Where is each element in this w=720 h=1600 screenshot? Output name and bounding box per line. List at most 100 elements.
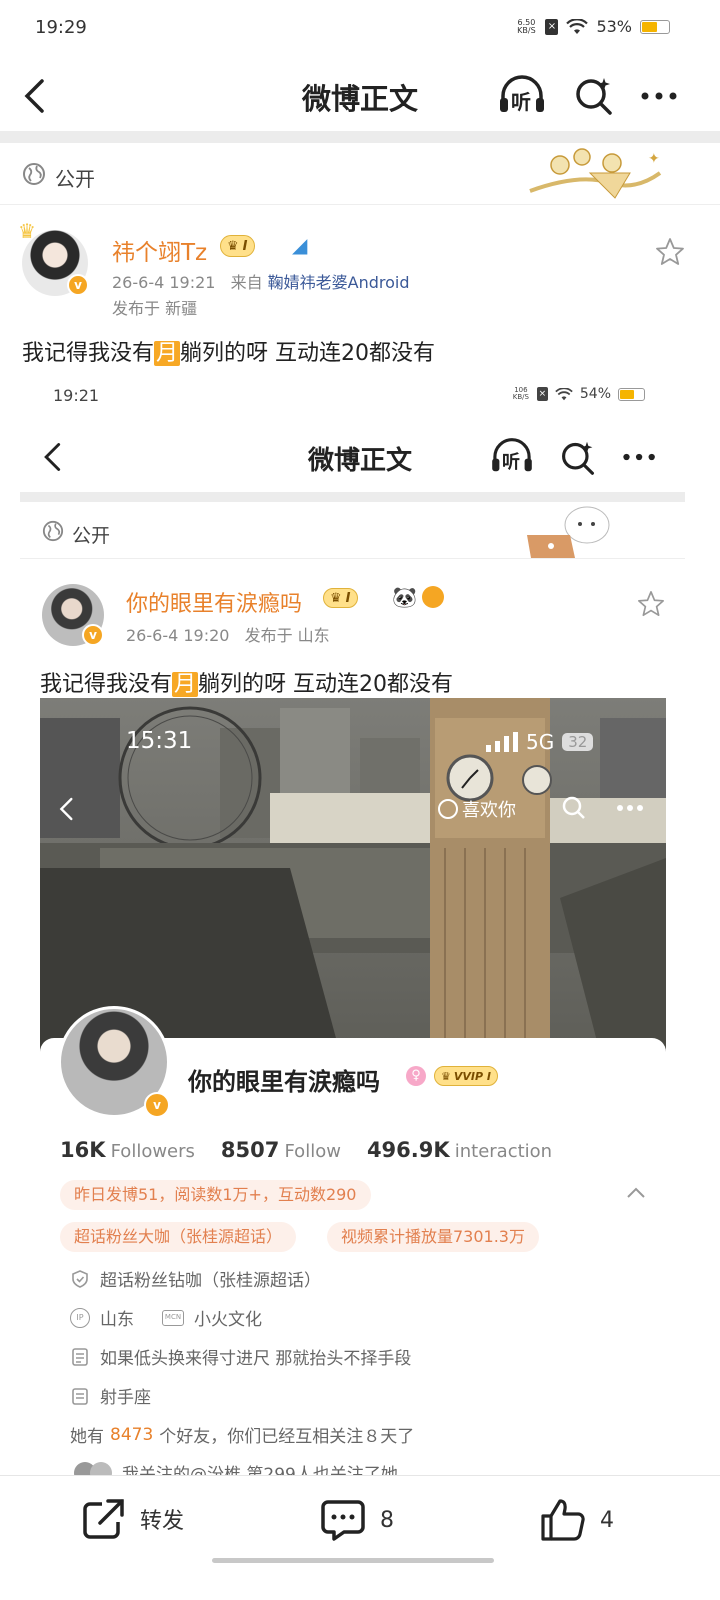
bottom-action-bar: 转发 8 4 (0, 1475, 720, 1600)
mutual-avatars (74, 1461, 112, 1475)
battery-percent: 53% (596, 17, 632, 36)
member-badge-level: I (242, 238, 248, 254)
status-icons: 6.50 KB/S × 53% (515, 17, 670, 36)
thumbs-up-icon (541, 1499, 585, 1541)
wifi-icon (566, 18, 589, 34)
shot-divider-line (20, 558, 685, 559)
no-sim-icon: × (545, 18, 559, 35)
interaction-stat: 496.9K interaction (367, 1138, 552, 1162)
visibility-label: 公开 (55, 167, 95, 191)
visibility-row: 公开 ✦ (0, 143, 720, 205)
post-text-part: 我记得我没有 (22, 341, 155, 366)
pufferfish-icon (422, 586, 444, 608)
photo-more-icon (617, 805, 643, 811)
follow-stat: 8507 Follow (221, 1138, 341, 1162)
author-name[interactable]: 祎个翊Tz (112, 233, 207, 267)
panda-icon: 🐼 (392, 585, 417, 609)
source-link[interactable]: 鞠婧祎老婆Android (268, 273, 410, 292)
zodiac-text: 射手座 (100, 1388, 151, 1408)
more-icon[interactable] (640, 91, 680, 101)
repost-button[interactable]: 转发 (82, 1498, 184, 1540)
shot-visibility: 公开 (72, 525, 111, 547)
like-you-icon (438, 799, 458, 819)
like-button[interactable]: 4 (540, 1498, 614, 1542)
diamond-fan-label: 超话粉丝钻咖（张桂源超话） (100, 1271, 321, 1291)
calendar-icon (72, 1387, 88, 1405)
video-chip: 视频累计播放量7301.3万 (327, 1222, 539, 1252)
bio-text: 如果低头换来得寸进尺 那就抬头不择手段 (100, 1349, 412, 1369)
shot-post-text: 我记得我没有月躺列的呀 互动连20都没有 (40, 666, 453, 698)
profile-name: 你的眼里有涙瘾吗 (188, 1068, 380, 1096)
post-location: 发布于 新疆 (112, 299, 198, 318)
from-prefix: 来自 (230, 273, 263, 292)
shot-globe-icon (42, 520, 64, 542)
diamond-fan-row: 超话粉丝钻咖（张桂源超话） (70, 1266, 321, 1291)
shot-page-title: 微博正文 (307, 446, 412, 476)
shot-favorite-star-icon (638, 591, 664, 617)
shot-battery-icon (618, 387, 645, 401)
svg-text:✦: ✦ (648, 151, 660, 167)
photo-time: 15:31 (126, 728, 193, 754)
post-text-highlight: 月 (154, 341, 181, 366)
mutual-row: 我关注的@汾椎 第299人也关注了她 (74, 1460, 398, 1475)
net-speed: 6.50 KB/S (517, 17, 536, 35)
mcn-name: 小火文化 (194, 1310, 262, 1330)
search-icon[interactable] (574, 76, 614, 116)
status-time: 19:29 (35, 17, 87, 38)
cat-laptop-sticker-icon (527, 506, 610, 558)
profile-cover-photo: 15:31 5G 32 喜欢你 (40, 698, 666, 1053)
photo-search-icon (562, 796, 585, 819)
verified-icon: v (67, 274, 89, 296)
post-text-part: 躺列的呀 互动连20都没有 (180, 341, 436, 366)
shot-no-sim-icon: × (536, 387, 548, 401)
favorite-star-icon[interactable] (655, 237, 685, 267)
shot-wifi-icon (555, 387, 573, 400)
shot-post-meta: 26-6-4 19:20 发布于 山东 (126, 622, 330, 646)
followers-stat: 16K Followers (60, 1138, 195, 1162)
home-indicator[interactable] (212, 1558, 494, 1563)
followers-count: 16K (60, 1138, 106, 1162)
zodiac-row: 射手座 (70, 1383, 151, 1408)
follow-count: 8507 (220, 1138, 280, 1162)
post-date: 26-6-4 19:21 (112, 273, 216, 292)
attached-screenshot[interactable]: 19:21 106 KB/S × 54% 微博正文 听 公开 v 你的眼里有涙瘾… (0, 370, 720, 1475)
shot-date: 26-6-4 19:20 (126, 626, 230, 645)
comment-button[interactable]: 8 (320, 1498, 394, 1542)
shot-listen-label: 听 (502, 452, 520, 473)
shot-verified-icon: v (82, 624, 104, 646)
photo-status-icons: 5G 32 (486, 730, 594, 754)
shot-search-icon (562, 441, 594, 475)
female-icon: ♀ (406, 1066, 426, 1086)
shot-battery-percent: 54% (579, 386, 611, 402)
post-meta: 26-6-4 19:21 来自 鞠婧祎老婆Android (112, 269, 410, 293)
followers-label: Followers (110, 1141, 195, 1162)
battery-icon (640, 19, 670, 34)
fan-chip: 超话粉丝大咖（张桂源超话） (60, 1222, 297, 1252)
signal-icon (486, 732, 518, 752)
like-you-button: 喜欢你 (438, 796, 516, 822)
like-you-label: 喜欢你 (462, 800, 516, 821)
divider (0, 131, 720, 143)
shield-icon (72, 1269, 88, 1288)
shot-location: 发布于 山东 (244, 626, 330, 645)
ribbon-sticker-icon: ✦ (529, 148, 662, 199)
shot-author-name: 你的眼里有涙瘾吗 (126, 592, 303, 617)
comment-icon (321, 1500, 365, 1541)
shot-text-part: 躺列的呀 互动连20都没有 (198, 672, 454, 697)
vvip-label: VVIP I (453, 1069, 491, 1083)
globe-icon (23, 163, 45, 185)
status-bar: 19:29 6.50 KB/S × 53% (0, 0, 720, 58)
location-row: IP 山东 MCN 小火文化 (70, 1305, 262, 1330)
shot-net-speed: 106 KB/S (512, 386, 529, 401)
shark-icon: ◢ (292, 233, 308, 257)
shot-text-part: 我记得我没有 (40, 672, 173, 697)
friends-suffix: 个好友，你们已经互相关注８天了 (159, 1427, 415, 1447)
daily-stats-chip: 昨日发博51，阅读数1万+，互动数290 (60, 1180, 371, 1210)
crown-icon: ♛ (18, 219, 36, 243)
friends-count: 8473 (110, 1424, 154, 1445)
collapse-chevron-icon (627, 1187, 645, 1198)
interaction-label: interaction (454, 1141, 553, 1162)
interaction-count: 496.9K (366, 1138, 450, 1162)
photo-battery: 32 (562, 733, 594, 751)
listen-button[interactable]: 听 (498, 74, 546, 114)
